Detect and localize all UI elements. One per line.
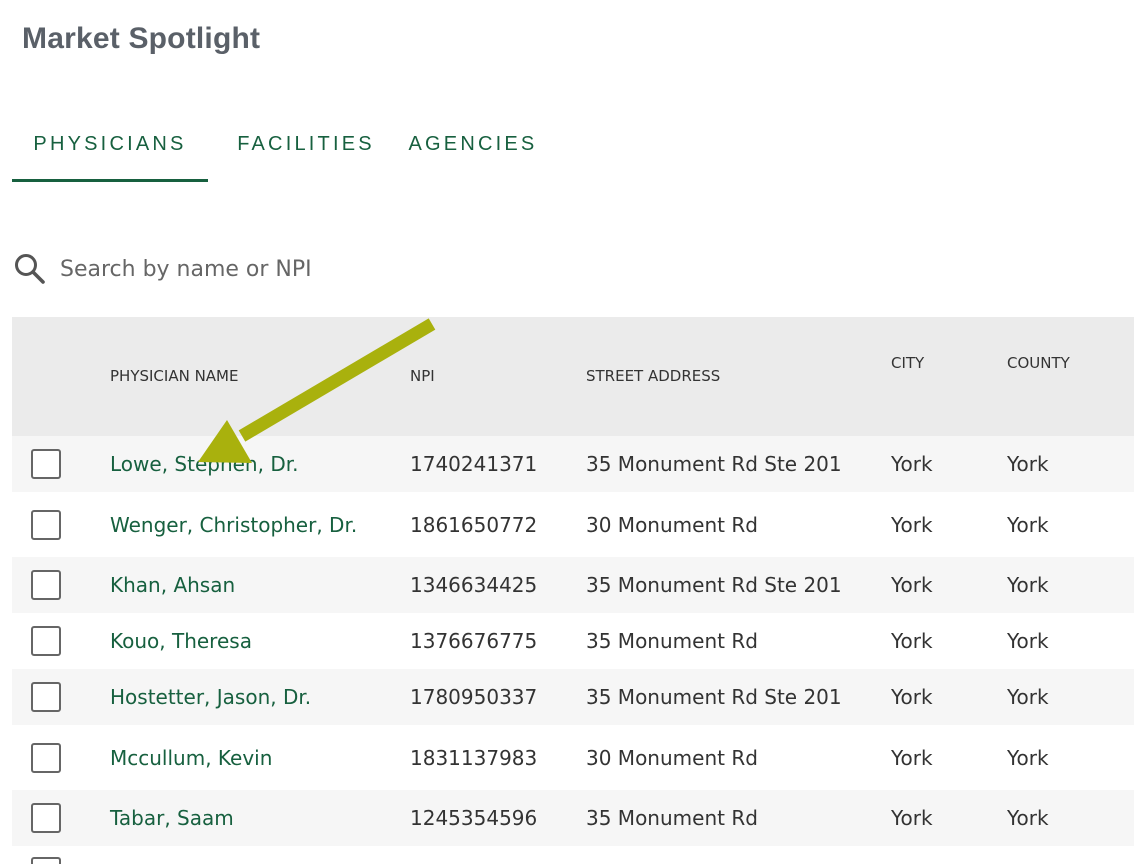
table-row[interactable]: Mccullum, Kevin 1831137983 30 Monument R…: [12, 725, 1134, 790]
page-title: Market Spotlight: [22, 22, 261, 55]
street-address-cell: 35 Monument Rd: [586, 629, 758, 653]
row-checkbox[interactable]: [31, 509, 61, 540]
market-spotlight-page: Market Spotlight PHYSICIANS FACILITIES A…: [0, 0, 1134, 864]
street-address-cell: 35 Monument Rd: [586, 806, 758, 830]
county-cell: York: [1007, 685, 1049, 709]
column-header-physician-name[interactable]: PHYSICIAN NAME: [110, 367, 238, 385]
physician-name-link[interactable]: Mccullum, Kevin: [110, 725, 272, 790]
row-checkbox[interactable]: [31, 803, 61, 833]
search-bar: [12, 246, 612, 292]
table-row[interactable]: Tabar, Saam 1245354596 35 Monument Rd Yo…: [12, 790, 1134, 846]
county-cell: York: [1007, 745, 1049, 770]
physician-name-link[interactable]: Khan, Ahsan: [110, 557, 235, 613]
physician-name-link[interactable]: Kouo, Theresa: [110, 613, 252, 669]
search-input[interactable]: [60, 256, 560, 282]
county-cell: York: [1007, 806, 1049, 830]
table-row[interactable]: Hostetter, Jason, Dr. 1780950337 35 Monu…: [12, 669, 1134, 725]
column-header-npi[interactable]: NPI: [410, 367, 435, 385]
tab-physicians[interactable]: PHYSICIANS: [12, 118, 208, 182]
table-row[interactable]: Kouo, Theresa 1376676775 35 Monument Rd …: [12, 613, 1134, 669]
street-address-cell: 30 Monument Rd: [586, 512, 758, 537]
row-checkbox[interactable]: [31, 449, 61, 479]
physicians-table: PHYSICIAN NAME NPI STREET ADDRESS CITY C…: [12, 317, 1134, 846]
table-row[interactable]: Lowe, Stephen, Dr. 1740241371 35 Monumen…: [12, 436, 1134, 492]
county-cell: York: [1007, 452, 1049, 476]
column-header-street-address[interactable]: STREET ADDRESS: [586, 367, 720, 385]
search-icon[interactable]: [12, 251, 48, 287]
street-address-cell: 35 Monument Rd Ste 201: [586, 685, 842, 709]
city-cell: York: [891, 685, 933, 709]
row-checkbox[interactable]: [31, 626, 61, 656]
city-cell: York: [891, 745, 933, 770]
city-cell: York: [891, 573, 933, 597]
npi-cell: 1831137983: [410, 745, 538, 770]
county-cell: York: [1007, 512, 1049, 537]
city-cell: York: [891, 512, 933, 537]
npi-cell: 1376676775: [410, 629, 538, 653]
column-header-county[interactable]: COUNTY: [1007, 354, 1070, 372]
street-address-cell: 30 Monument Rd: [586, 745, 758, 770]
physician-name-link[interactable]: Lowe, Stephen, Dr.: [110, 436, 298, 492]
city-cell: York: [891, 629, 933, 653]
npi-cell: 1740241371: [410, 452, 538, 476]
street-address-cell: 35 Monument Rd Ste 201: [586, 573, 842, 597]
county-cell: York: [1007, 573, 1049, 597]
tab-facilities[interactable]: FACILITIES: [220, 118, 392, 182]
row-checkbox[interactable]: [31, 682, 61, 712]
npi-cell: 1245354596: [410, 806, 538, 830]
row-checkbox[interactable]: [31, 742, 61, 773]
city-cell: York: [891, 452, 933, 476]
street-address-cell: 35 Monument Rd Ste 201: [586, 452, 842, 476]
city-cell: York: [891, 806, 933, 830]
table-header: PHYSICIAN NAME NPI STREET ADDRESS CITY C…: [12, 317, 1134, 436]
table-row[interactable]: Khan, Ahsan 1346634425 35 Monument Rd St…: [12, 557, 1134, 613]
tab-bar: PHYSICIANS FACILITIES AGENCIES: [12, 118, 712, 184]
tab-agencies[interactable]: AGENCIES: [402, 118, 544, 182]
physician-name-link[interactable]: Hostetter, Jason, Dr.: [110, 669, 311, 725]
physician-name-link[interactable]: Wenger, Christopher, Dr.: [110, 492, 357, 557]
county-cell: York: [1007, 629, 1049, 653]
row-checkbox[interactable]: [31, 570, 61, 600]
npi-cell: 1346634425: [410, 573, 538, 597]
table-row[interactable]: Wenger, Christopher, Dr. 1861650772 30 M…: [12, 492, 1134, 557]
npi-cell: 1780950337: [410, 685, 538, 709]
physician-name-link[interactable]: Tabar, Saam: [110, 790, 234, 846]
row-checkbox-partial[interactable]: [31, 857, 61, 864]
column-header-city[interactable]: CITY: [891, 354, 924, 372]
npi-cell: 1861650772: [410, 512, 538, 537]
